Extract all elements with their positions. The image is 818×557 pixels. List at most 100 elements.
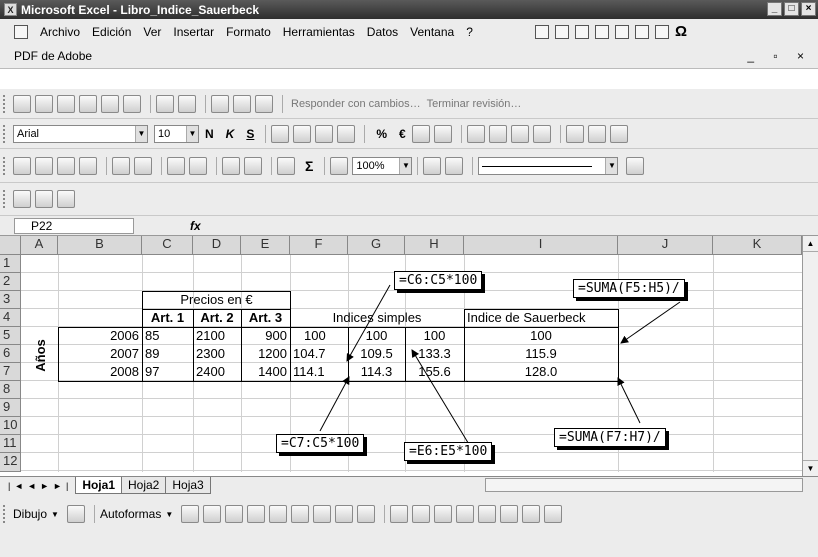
- review-icon[interactable]: [35, 94, 53, 113]
- underline-button[interactable]: S: [246, 127, 254, 141]
- borders-icon[interactable]: [565, 124, 584, 143]
- save-icon[interactable]: [57, 156, 75, 175]
- font-color-icon[interactable]: [434, 505, 453, 523]
- italic-button[interactable]: K: [226, 127, 235, 141]
- insert-rows-icon[interactable]: [575, 24, 589, 39]
- spreadsheet-grid[interactable]: A B C D E F G H I J K 1 2 3 4 5 6 7 8 9 …: [0, 236, 818, 476]
- autoformas-menu[interactable]: Autoformas: [100, 507, 161, 521]
- print-preview-icon[interactable]: [134, 156, 152, 175]
- menu-insertar[interactable]: Insertar: [167, 25, 220, 39]
- chinese-convert-icon[interactable]: [13, 190, 31, 208]
- close-button[interactable]: ×: [801, 2, 816, 16]
- percent-button[interactable]: %: [376, 127, 387, 141]
- track-changes-icon[interactable]: [211, 94, 229, 113]
- menu-herramientas[interactable]: Herramientas: [277, 25, 361, 39]
- track-changes-icon[interactable]: [233, 94, 251, 113]
- undo-icon[interactable]: [222, 156, 240, 175]
- font-size-select[interactable]: 10 ▼: [154, 124, 199, 143]
- picture-icon[interactable]: [357, 505, 376, 523]
- fill-color-icon[interactable]: [587, 124, 606, 143]
- dash-style-icon[interactable]: [478, 505, 497, 523]
- align-center-icon[interactable]: [293, 124, 312, 143]
- chinese-convert-icon[interactable]: [57, 190, 75, 208]
- menu-archivo[interactable]: Archivo: [34, 25, 86, 39]
- line-color-icon[interactable]: [412, 505, 431, 523]
- indent-icon[interactable]: [510, 124, 529, 143]
- autosum-button[interactable]: Σ: [305, 158, 313, 174]
- arrow-icon[interactable]: [203, 505, 222, 523]
- font-select[interactable]: Arial ▼: [13, 124, 148, 143]
- rectangle-icon[interactable]: [225, 505, 244, 523]
- omega-icon[interactable]: Ω: [675, 23, 687, 40]
- print-icon[interactable]: [112, 156, 130, 175]
- paste-icon[interactable]: [167, 156, 185, 175]
- diagram-icon[interactable]: [313, 505, 332, 523]
- scroll-down-icon[interactable]: ▼: [803, 460, 818, 476]
- permission-icon[interactable]: [79, 156, 97, 175]
- reply-with-changes[interactable]: Responder con cambios…: [291, 98, 421, 110]
- tab-hoja1[interactable]: Hoja1: [75, 477, 122, 494]
- font-color-icon[interactable]: [609, 124, 628, 143]
- chinese-convert-icon[interactable]: [35, 190, 53, 208]
- tab-hoja3[interactable]: Hoja3: [165, 477, 211, 494]
- line-style-icon[interactable]: [456, 505, 475, 523]
- 3d-icon[interactable]: [544, 505, 563, 523]
- document-icon[interactable]: [14, 25, 28, 39]
- new-icon[interactable]: [13, 156, 31, 175]
- diagonal-icon[interactable]: [635, 24, 649, 39]
- menu-datos[interactable]: Datos: [361, 25, 404, 39]
- diagonal-icon[interactable]: [615, 24, 629, 39]
- oval-icon[interactable]: [247, 505, 266, 523]
- fill-color-icon[interactable]: [390, 505, 409, 523]
- eraser-icon[interactable]: [445, 156, 464, 175]
- clipart-icon[interactable]: [335, 505, 354, 523]
- insert-cols-icon[interactable]: [595, 24, 609, 39]
- scroll-up-icon[interactable]: ▲: [803, 236, 818, 252]
- delete-comment-icon[interactable]: [178, 94, 196, 113]
- decrease-decimal-icon[interactable]: [433, 124, 452, 143]
- excel-icon[interactable]: X: [4, 3, 17, 16]
- hyperlink-icon[interactable]: [277, 156, 295, 175]
- chart-icon[interactable]: [330, 156, 349, 175]
- menu-formato[interactable]: Formato: [220, 25, 277, 39]
- function-icon[interactable]: fx: [190, 219, 201, 233]
- select-pointer-icon[interactable]: [66, 505, 85, 523]
- menu-help[interactable]: ?: [460, 25, 479, 39]
- review-icon[interactable]: [123, 94, 141, 113]
- euro-button[interactable]: €: [399, 127, 406, 141]
- tab-hoja2[interactable]: Hoja2: [121, 477, 167, 494]
- comment-icon[interactable]: [156, 94, 174, 113]
- track-changes-icon[interactable]: [255, 94, 273, 113]
- minimize-button[interactable]: _: [767, 2, 782, 16]
- vertical-scrollbar[interactable]: ▲ ▼: [802, 236, 818, 476]
- review-icon[interactable]: [13, 94, 31, 113]
- arrow-style-icon[interactable]: [500, 505, 519, 523]
- format-painter-icon[interactable]: [189, 156, 207, 175]
- textbox-icon[interactable]: [269, 505, 288, 523]
- increase-decimal-icon[interactable]: [411, 124, 430, 143]
- open-icon[interactable]: [35, 156, 53, 175]
- tab-scroll-icons[interactable]: |◄◄►►|: [8, 481, 72, 491]
- redo-icon[interactable]: [244, 156, 262, 175]
- document-window-buttons[interactable]: _ ▫ ×: [747, 49, 812, 63]
- bold-button[interactable]: N: [205, 127, 214, 141]
- align-left-icon[interactable]: [271, 124, 290, 143]
- indent-icon[interactable]: [532, 124, 551, 143]
- justify-icon[interactable]: [337, 124, 356, 143]
- menu-ventana[interactable]: Ventana: [404, 25, 460, 39]
- line-icon[interactable]: [181, 505, 200, 523]
- menu-edicion[interactable]: Edición: [86, 25, 137, 39]
- review-icon[interactable]: [79, 94, 97, 113]
- menu-ver[interactable]: Ver: [137, 25, 167, 39]
- zoom-select[interactable]: 100% ▼: [352, 156, 413, 175]
- wordart-icon[interactable]: [291, 505, 310, 523]
- name-box[interactable]: P22: [14, 217, 134, 234]
- end-review[interactable]: Terminar revisión…: [427, 98, 522, 110]
- horizontal-scrollbar[interactable]: [485, 478, 803, 492]
- maximize-button[interactable]: □: [784, 2, 799, 16]
- indent-icon[interactable]: [466, 124, 485, 143]
- shadow-icon[interactable]: [522, 505, 541, 523]
- draw-table-icon[interactable]: [423, 156, 442, 175]
- grid-icon[interactable]: [655, 24, 669, 39]
- dibujo-menu[interactable]: Dibujo: [13, 507, 47, 521]
